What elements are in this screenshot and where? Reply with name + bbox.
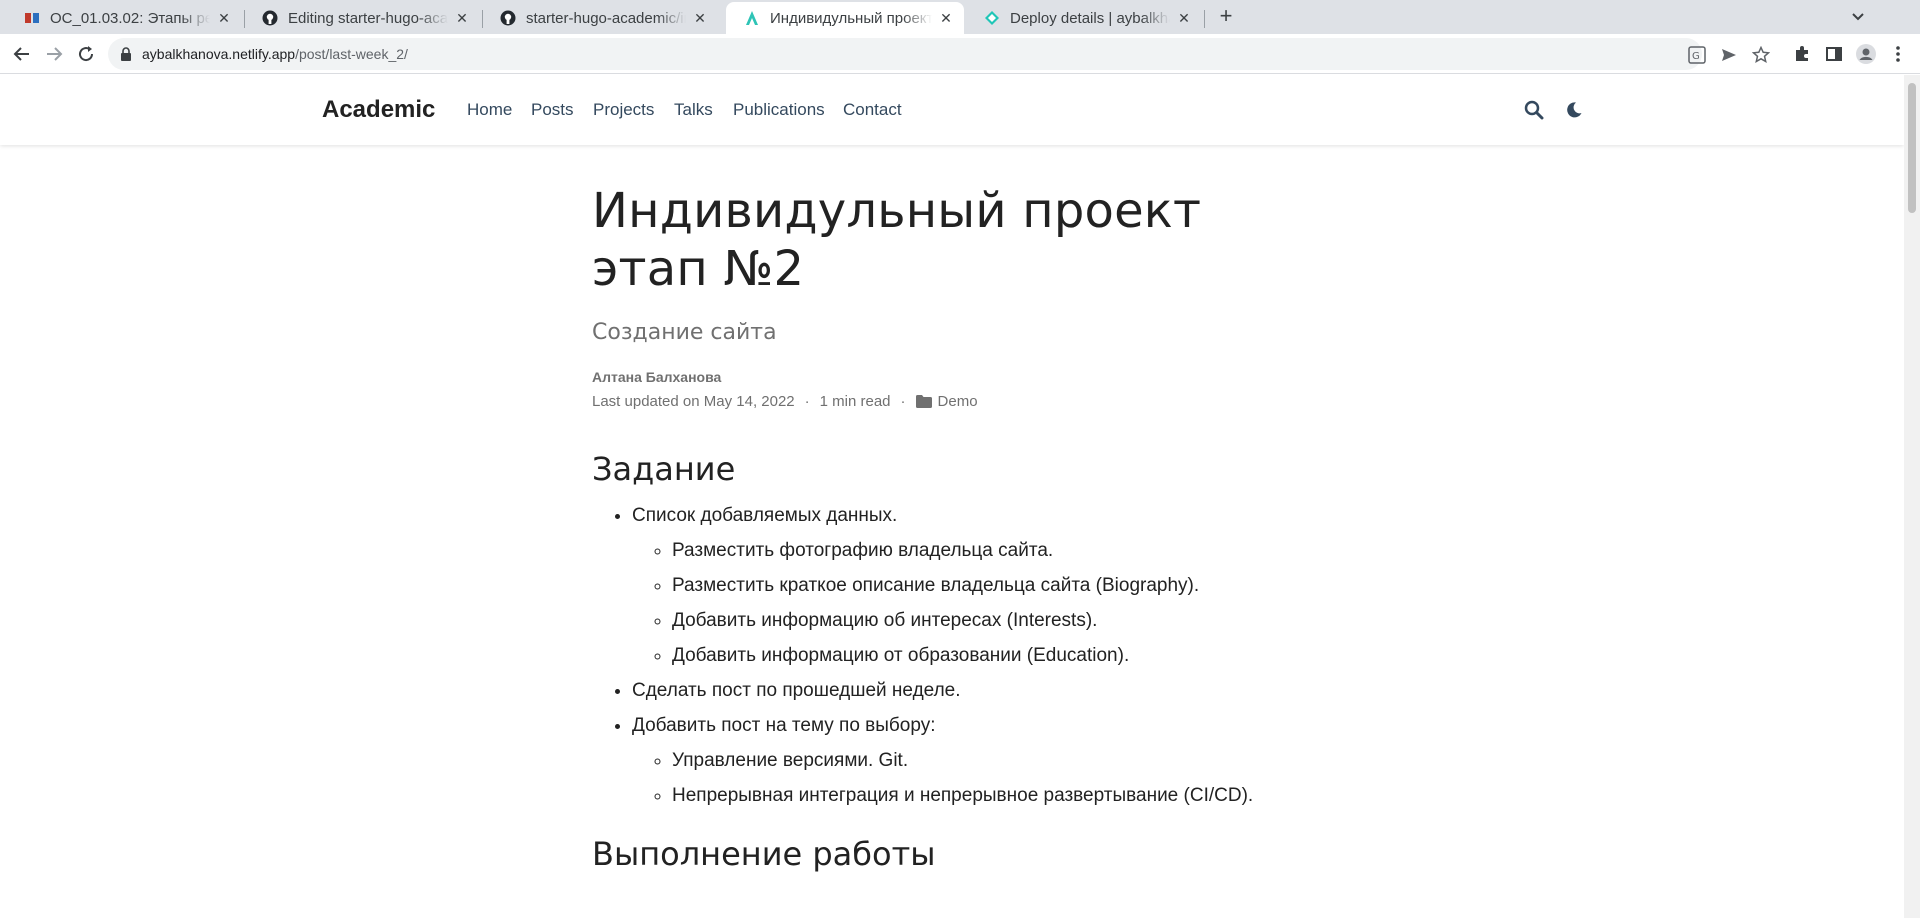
list-item: Управление версиями. Git.: [672, 743, 1332, 778]
menu-button[interactable]: [1886, 42, 1910, 66]
side-panel-icon: [1826, 47, 1842, 61]
section-heading: Задание: [592, 450, 736, 488]
url-host: aybalkhanova.netlify.app: [142, 46, 296, 62]
close-icon[interactable]: ✕: [938, 10, 954, 26]
browser-tab-strip: ОС_01.03.02: Этапы реализации ✕ Editing …: [0, 0, 1920, 34]
close-icon[interactable]: ✕: [1176, 10, 1192, 26]
browser-tab[interactable]: ОС_01.03.02: Этапы реализации ✕: [6, 2, 242, 34]
sub-list: Управление версиями. Git. Непрерывная ин…: [632, 743, 1332, 813]
search-icon[interactable]: [1523, 99, 1545, 121]
url-path: /post/last-week_2/: [295, 46, 408, 62]
academic-icon: [744, 10, 760, 26]
close-icon[interactable]: ✕: [692, 10, 708, 26]
list-item: Сделать пост по прошедшей неделе.: [632, 673, 1332, 708]
list-item-text: Добавить пост на тему по выбору:: [632, 715, 936, 736]
tab-title: Deploy details | aybalkhanova: [1010, 9, 1170, 27]
read-time: 1 min read: [819, 393, 891, 410]
browser-toolbar: aybalkhanova.netlify.app/post/last-week_…: [0, 34, 1920, 74]
folder-icon: [915, 395, 932, 408]
address-bar[interactable]: aybalkhanova.netlify.app/post/last-week_…: [108, 38, 1770, 70]
section-heading: Выполнение работы: [592, 835, 936, 873]
nav-posts[interactable]: Posts: [531, 100, 574, 120]
list-item: Добавить информацию от образовании (Educ…: [672, 638, 1332, 673]
article-author[interactable]: Алтана Балханова: [592, 369, 1332, 385]
new-tab-button[interactable]: +: [1214, 5, 1238, 29]
back-button[interactable]: [10, 42, 34, 66]
tab-title: ОС_01.03.02: Этапы реализации: [50, 9, 210, 27]
nav-projects[interactable]: Projects: [593, 100, 654, 120]
more-vert-icon: [1896, 46, 1900, 62]
arrow-left-icon: [13, 47, 29, 61]
lock-icon: [120, 47, 132, 66]
nav-publications[interactable]: Publications: [733, 100, 825, 120]
site-navbar: Academic Home Posts Projects Talks Publi…: [0, 75, 1904, 145]
avatar-icon: [1856, 44, 1876, 64]
chevron-down-icon: [1852, 13, 1864, 21]
star-icon[interactable]: [1750, 44, 1772, 66]
close-icon[interactable]: ✕: [216, 10, 232, 26]
page-scrollbar[interactable]: [1904, 75, 1920, 918]
sub-list: Разместить фотографию владельца сайта. Р…: [632, 533, 1332, 673]
last-updated: Last updated on May 14, 2022: [592, 393, 795, 410]
article-title: Индивидульный проект этап №2: [592, 183, 1202, 297]
list-item: Список добавляемых данных. Разместить фо…: [632, 498, 1332, 673]
tab-title: starter-hugo-academic/index: [526, 9, 686, 27]
list-item-text: Список добавляемых данных.: [632, 505, 898, 526]
list-item: Добавить пост на тему по выбору: Управле…: [632, 708, 1332, 813]
github-icon: [500, 10, 516, 26]
list-item: Разместить фотографию владельца сайта.: [672, 533, 1332, 568]
url-text: aybalkhanova.netlify.app/post/last-week_…: [142, 46, 408, 62]
svg-text:G: G: [1692, 51, 1700, 62]
list-item: Непрерывная интеграция и непрерывное раз…: [672, 778, 1332, 813]
tab-search-button[interactable]: [1846, 7, 1870, 27]
book-icon: [24, 10, 40, 26]
github-icon: [262, 10, 278, 26]
side-panel-button[interactable]: [1822, 42, 1846, 66]
translate-icon[interactable]: G: [1686, 44, 1708, 66]
tab-divider: [1204, 10, 1205, 28]
nav-talks[interactable]: Talks: [674, 100, 713, 120]
meta-separator: ·: [900, 393, 906, 410]
puzzle-icon: [1796, 46, 1808, 61]
tab-title: Editing starter-hugo-academic: [288, 9, 448, 27]
category-link[interactable]: Demo: [938, 393, 978, 410]
article-meta: Last updated on May 14, 2022 · 1 min rea…: [592, 393, 1332, 410]
reload-icon: [79, 46, 94, 62]
meta-separator: ·: [804, 393, 810, 410]
task-list: Список добавляемых данных. Разместить фо…: [592, 498, 1332, 813]
forward-button[interactable]: [42, 42, 66, 66]
web-page: Academic Home Posts Projects Talks Publi…: [0, 75, 1920, 918]
browser-tab-active[interactable]: Индивидульный проект этап №2 ✕: [726, 2, 964, 34]
moon-icon[interactable]: [1563, 99, 1585, 121]
nav-home[interactable]: Home: [467, 100, 512, 120]
nav-contact[interactable]: Contact: [843, 100, 902, 120]
article: Индивидульный проект этап №2 Создание са…: [592, 182, 1332, 873]
arrow-right-icon: [47, 47, 63, 61]
netlify-icon: [984, 10, 1000, 26]
list-item: Добавить информацию об интересах (Intere…: [672, 603, 1332, 638]
article-subtitle: Создание сайта: [592, 320, 777, 345]
close-icon[interactable]: ✕: [454, 10, 470, 26]
reload-button[interactable]: [74, 42, 98, 66]
tab-title: Индивидульный проект этап №2: [770, 9, 932, 27]
browser-tab[interactable]: Editing starter-hugo-academic ✕: [244, 2, 480, 34]
extensions-button[interactable]: [1790, 42, 1814, 66]
browser-tab[interactable]: Deploy details | aybalkhanova ✕: [966, 2, 1202, 34]
browser-tab[interactable]: starter-hugo-academic/index ✕: [482, 2, 718, 34]
site-brand[interactable]: Academic: [322, 96, 435, 124]
scrollbar-thumb[interactable]: [1908, 83, 1916, 213]
list-item: Разместить краткое описание владельца са…: [672, 568, 1332, 603]
send-icon[interactable]: [1718, 44, 1740, 66]
profile-button[interactable]: [1854, 42, 1878, 66]
